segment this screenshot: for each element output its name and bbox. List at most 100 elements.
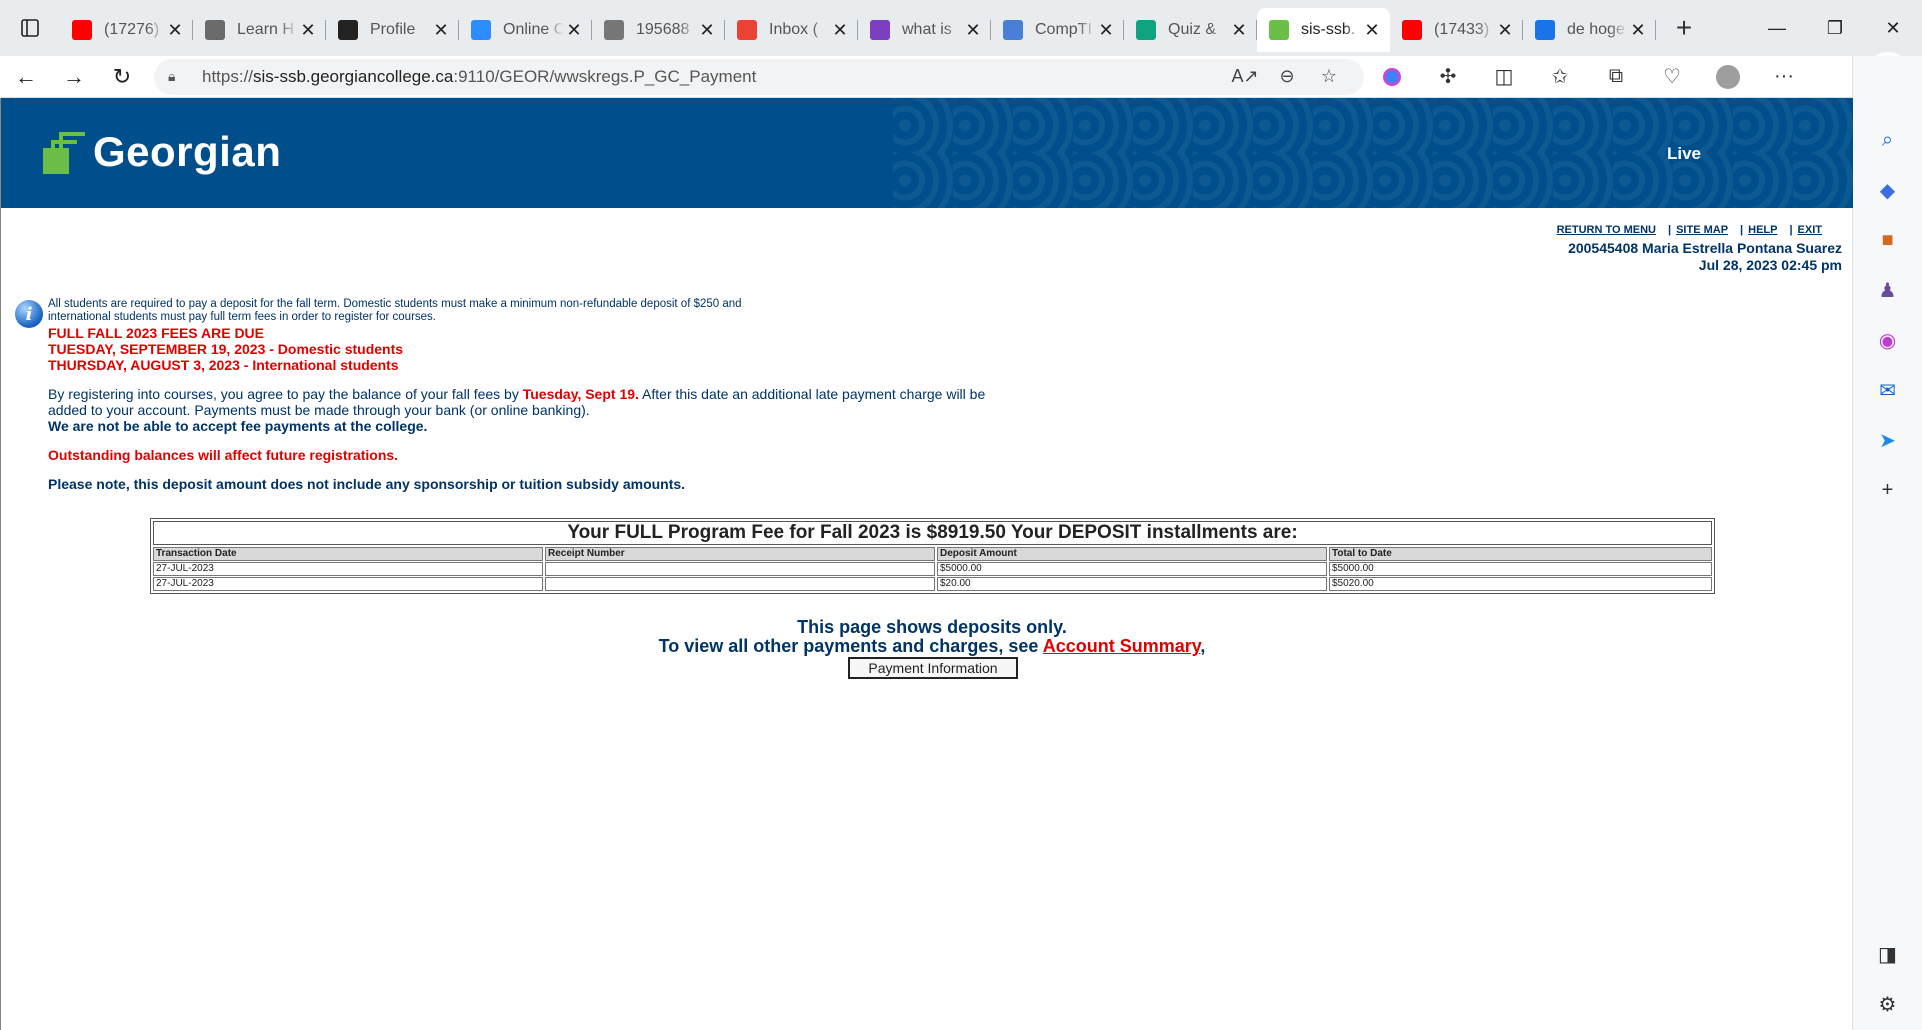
browser-tab[interactable]: Online C ✕: [459, 8, 592, 52]
sidebar-games-icon[interactable]: ♟: [1868, 270, 1908, 310]
header-receipt-number: Receipt Number: [545, 547, 935, 561]
tab-title: (17276): [104, 21, 160, 38]
environment-label: Live: [1667, 144, 1702, 163]
close-tab-icon[interactable]: ✕: [431, 20, 451, 40]
browser-tab[interactable]: Learn H ✕: [193, 8, 326, 52]
browser-tab[interactable]: Quiz & ✕: [1124, 8, 1257, 52]
transaction-date-cell: 27-JUL-2023: [153, 562, 543, 576]
return-to-menu-link[interactable]: RETURN TO MENU: [1557, 224, 1656, 236]
tab-title: Online C: [503, 21, 564, 38]
close-tab-icon[interactable]: ✕: [564, 20, 584, 40]
browser-tab[interactable]: Profile ✕: [326, 8, 459, 52]
close-tab-icon[interactable]: ✕: [1495, 20, 1515, 40]
tab-title: what is: [902, 21, 952, 38]
deposit-table: Your FULL Program Fee for Fall 2023 is $…: [150, 518, 1715, 594]
close-tab-icon[interactable]: ✕: [1229, 20, 1249, 40]
sidebar-office-icon[interactable]: ◉: [1868, 320, 1908, 360]
no-college-payments-note: We are not be able to accept fee payment…: [48, 418, 428, 434]
help-link[interactable]: HELP: [1748, 224, 1777, 236]
top-links: RETURN TO MENU | SITE MAP | HELP | EXIT: [1556, 224, 1822, 236]
blackboard-icon: [604, 20, 624, 40]
close-tab-icon[interactable]: ✕: [1362, 20, 1382, 40]
back-icon[interactable]: ←: [4, 59, 48, 95]
fees-due-heading: FULL FALL 2023 FEES ARE DUE: [48, 325, 265, 341]
browser-tab[interactable]: Inbox (✕: [725, 8, 858, 52]
sidebar-outlook-icon[interactable]: ✉: [1868, 370, 1908, 410]
site-map-link[interactable]: SITE MAP: [1676, 224, 1728, 236]
sidebar-search-icon[interactable]: ⌕: [1868, 120, 1908, 160]
sidebar-drop-icon[interactable]: ➤: [1868, 420, 1908, 460]
tab-title: sis-ssb.: [1301, 21, 1356, 38]
info-icon: i: [15, 300, 43, 328]
lock-icon[interactable]: 🔒︎: [168, 68, 188, 85]
exit-link[interactable]: EXIT: [1798, 224, 1822, 236]
close-tab-icon[interactable]: ✕: [963, 20, 983, 40]
restore-button[interactable]: ❐: [1806, 0, 1864, 56]
browser-tab[interactable]: (17433) ✕: [1390, 8, 1523, 52]
address-bar[interactable]: 🔒︎ https://sis-ssb.georgiancollege.ca:91…: [154, 58, 1364, 95]
program-fee-caption: Your FULL Program Fee for Fall 2023 is $…: [153, 521, 1712, 545]
close-tab-icon[interactable]: ✕: [298, 20, 318, 40]
search-icon: [1535, 20, 1555, 40]
browser-tab[interactable]: sis-ssb. ✕: [1257, 8, 1390, 52]
receipt-number-cell: [545, 577, 935, 591]
browser-tab[interactable]: CompTI ✕: [991, 8, 1124, 52]
profile-chart-icon: [338, 20, 358, 40]
tab-title: CompTI: [1035, 21, 1092, 38]
new-tab-button[interactable]: +: [1656, 0, 1712, 56]
header-total-to-date: Total to Date: [1329, 547, 1712, 561]
browser-tab[interactable]: what is ✕: [858, 8, 991, 52]
domestic-due-date: TUESDAY, SEPTEMBER 19, 2023 - Domestic s…: [48, 341, 404, 357]
close-tab-icon[interactable]: ✕: [697, 20, 717, 40]
tab-title: 195688: [636, 21, 690, 38]
receipt-number-cell: [545, 562, 935, 576]
sidebar-settings-icon[interactable]: ⚙: [1868, 984, 1908, 1024]
browser-essentials-icon[interactable]: ♡: [1644, 59, 1700, 95]
georgian-icon: [1269, 20, 1289, 40]
zoom-out-icon[interactable]: ⊖: [1266, 59, 1308, 95]
read-aloud-icon[interactable]: A↗: [1224, 59, 1266, 95]
favorites-icon[interactable]: ✩: [1532, 59, 1588, 95]
window-controls: — ❐ ✕: [1748, 0, 1922, 56]
browser-toolbar: ← → ↻ 🔒︎ https://sis-ssb.georgiancollege…: [0, 56, 1922, 98]
chatgpt-icon: [1136, 20, 1156, 40]
sidebar-add-icon[interactable]: +: [1868, 470, 1908, 510]
georgian-header-banner: Georgian Live: [1, 98, 1853, 208]
georgian-logo-text: Georgian: [93, 128, 282, 175]
sidebar-hide-icon[interactable]: ◨: [1868, 934, 1908, 974]
banner-pattern: [893, 98, 1853, 208]
favorite-star-icon[interactable]: ☆: [1308, 59, 1350, 95]
payment-agreement-text: By registering into courses, you agree t…: [48, 386, 986, 418]
close-window-button[interactable]: ✕: [1864, 0, 1922, 56]
georgian-logo[interactable]: Georgian: [43, 128, 281, 176]
browser-tab[interactable]: (17276) ✕: [60, 8, 193, 52]
forward-icon[interactable]: →: [52, 59, 96, 95]
close-tab-icon[interactable]: ✕: [830, 20, 850, 40]
tab-actions-icon[interactable]: [0, 0, 60, 56]
close-tab-icon[interactable]: ✕: [165, 20, 185, 40]
yahoo-icon: [870, 20, 890, 40]
browser-tab[interactable]: 195688 ✕: [592, 8, 725, 52]
header-deposit-amount: Deposit Amount: [937, 547, 1327, 561]
split-screen-icon[interactable]: ◫: [1476, 59, 1532, 95]
url-text[interactable]: https://sis-ssb.georgiancollege.ca:9110/…: [202, 67, 1224, 87]
account-summary-link[interactable]: Account Summary: [1043, 636, 1201, 656]
extensions-icon[interactable]: ✣: [1420, 59, 1476, 95]
sidebar-shopping-icon[interactable]: ◆: [1868, 170, 1908, 210]
close-tab-icon[interactable]: ✕: [1628, 20, 1648, 40]
tab-title: Learn H: [237, 21, 294, 38]
profile-avatar-icon[interactable]: [1700, 59, 1756, 95]
color-extension-icon[interactable]: [1364, 59, 1420, 95]
sidebar-tools-icon[interactable]: ■: [1868, 220, 1908, 260]
payment-information-button[interactable]: Payment Information: [848, 657, 1018, 679]
close-tab-icon[interactable]: ✕: [1096, 20, 1116, 40]
more-menu-icon[interactable]: ···: [1756, 59, 1812, 95]
collections-icon[interactable]: ⧉: [1588, 59, 1644, 95]
table-row: 27-JUL-2023 $20.00 $5020.00: [153, 577, 1712, 591]
refresh-icon[interactable]: ↻: [100, 59, 144, 95]
total-to-date-cell: $5000.00: [1329, 562, 1712, 576]
deposits-only-note: This page shows deposits only.: [797, 617, 1067, 637]
view-other-payments-note: To view all other payments and charges, …: [658, 636, 1206, 656]
browser-tab[interactable]: de hoge ✕: [1523, 8, 1656, 52]
minimize-button[interactable]: —: [1748, 0, 1806, 56]
